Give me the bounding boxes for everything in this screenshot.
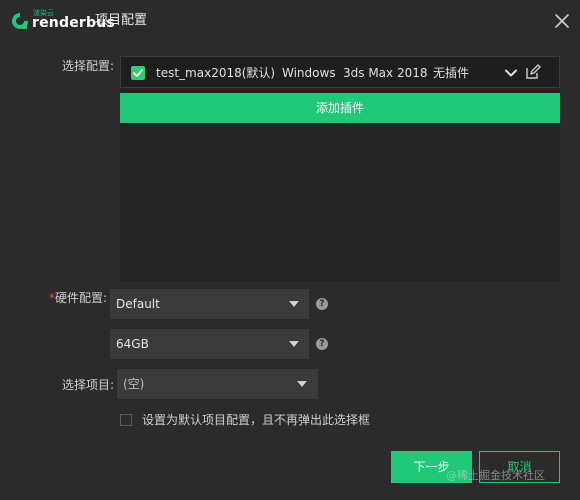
config-panel: test_max2018(默认) Windows 3ds Max 2018 无插… [120, 56, 560, 281]
chevron-down-icon[interactable] [504, 66, 518, 80]
project-select[interactable]: (空) [117, 369, 318, 399]
close-icon[interactable] [553, 12, 571, 30]
hardware-label-text: 硬件配置: [55, 291, 108, 305]
help-icon[interactable]: ? [316, 338, 328, 350]
title-bar: 渲染云 renderbus 项目配置 [0, 0, 580, 40]
dialog-title: 项目配置 [95, 13, 148, 28]
help-icon[interactable]: ? [316, 298, 328, 310]
default-config-text: 设置为默认项目配置，且不再弹出此选择框 [142, 413, 371, 427]
renderbus-logo-icon [12, 13, 28, 29]
dropdown-arrow-icon [289, 341, 299, 347]
hardware-memory-value: 64GB [116, 337, 149, 351]
default-config-checkbox[interactable] [120, 414, 132, 426]
dropdown-arrow-icon [297, 381, 307, 387]
add-plugin-button[interactable]: 添加插件 [120, 93, 560, 123]
project-config-dialog: 渲染云 renderbus 项目配置 选择配置: test_max2018(默认… [0, 0, 580, 500]
config-os: Windows [282, 66, 336, 80]
config-item[interactable]: test_max2018(默认) Windows 3ds Max 2018 无插… [120, 56, 560, 88]
hardware-label: *硬件配置: [49, 291, 107, 305]
config-name: test_max2018(默认) [156, 66, 276, 80]
watermark-text: @稀土掘金技术社区 [446, 469, 545, 482]
hardware-memory-select[interactable]: 64GB [110, 329, 309, 359]
dropdown-arrow-icon [289, 301, 299, 307]
project-value: (空) [123, 377, 145, 391]
hardware-machine-value: Default [116, 297, 160, 311]
config-plugins: 无插件 [433, 66, 470, 80]
project-label: 选择项目: [62, 378, 115, 392]
config-checkbox[interactable] [131, 66, 145, 80]
config-label: 选择配置: [62, 59, 115, 73]
edit-icon[interactable] [524, 63, 542, 81]
hardware-machine-select[interactable]: Default [110, 289, 309, 319]
config-software: 3ds Max 2018 [343, 66, 428, 80]
